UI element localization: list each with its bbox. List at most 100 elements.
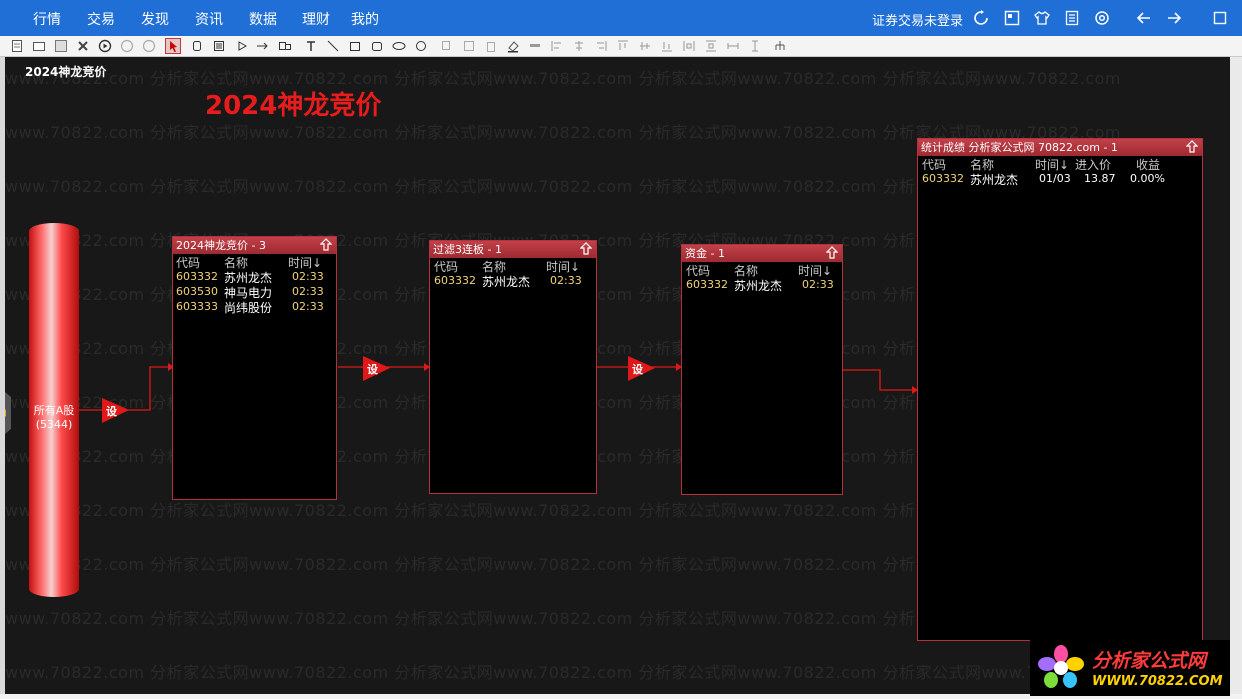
line-width-icon[interactable] [527,38,543,54]
delete-icon[interactable] [75,38,91,54]
copy-box-tool-icon[interactable] [277,38,293,54]
column-time[interactable]: 时间↓ [288,254,322,271]
logo-url: WWW.70822.COM [1092,674,1223,689]
expand-up-icon[interactable] [580,242,592,256]
panel-title: 统计成绩 分析家公式网 70822.com - 1 [921,141,1118,154]
stock-time: 02:33 [292,270,324,283]
distribute-h-icon[interactable] [681,38,697,54]
align-center-icon[interactable] [571,38,587,54]
text-tool-icon[interactable] [303,38,319,54]
column-code[interactable]: 代码 [686,262,710,279]
menu-item-mine[interactable]: 我的 [351,9,379,29]
set-button[interactable]: 设 [106,403,117,419]
paste-icon[interactable] [461,38,477,54]
column-code[interactable]: 代码 [176,254,200,271]
column-code[interactable]: 代码 [922,156,946,173]
table-row[interactable]: 603332 苏州龙杰 02:33 [173,270,336,285]
menu-item-data[interactable]: 数据 [249,9,277,29]
run-icon[interactable] [97,38,113,54]
menu-item-market[interactable]: 行情 [33,9,61,29]
panel-shenlong[interactable]: 2024神龙竞价 - 3 代码 名称 时间↓ 603332 苏州龙杰 02:33… [172,236,337,500]
forward-arrow-icon[interactable] [1164,8,1184,28]
stock-code: 603332 [176,270,218,283]
list-box-tool-icon[interactable] [211,38,227,54]
table-row[interactable]: 603332 苏州龙杰 02:33 [682,278,842,293]
open-folder-icon[interactable] [31,38,47,54]
back-arrow-icon[interactable] [1134,8,1154,28]
column-time[interactable]: 时间↓ [1035,156,1069,173]
stock-name: 尚纬股份 [224,301,273,315]
strategy-canvas[interactable]: www.70822.com 分析家公式网www.70822.com 分析家公式网… [5,57,1230,694]
fill-icon[interactable] [505,38,521,54]
grid-icon[interactable] [1002,8,1022,28]
same-height-icon[interactable] [747,38,763,54]
login-status[interactable]: 证券交易未登录 [872,10,963,29]
stock-time: 02:33 [292,285,324,298]
column-entry-price[interactable]: 进入价 [1075,156,1111,173]
save-icon[interactable] [53,38,69,54]
rounded-rect-tool-icon[interactable] [369,38,385,54]
panel-header[interactable]: 过滤3连板 - 1 [430,241,596,258]
panel-filter-3-limit[interactable]: 过滤3连板 - 1 代码 名称 时间↓ 603332 苏州龙杰 02:33 [429,240,597,494]
align-left-icon[interactable] [549,38,565,54]
align-top-icon[interactable] [615,38,631,54]
table-row[interactable]: 603332 苏州龙杰 01/03 13.87 0.00% [918,172,1202,187]
new-file-icon[interactable] [9,38,25,54]
column-time[interactable]: 时间↓ [546,258,580,275]
panel-header[interactable]: 统计成绩 分析家公式网 70822.com - 1 [918,139,1202,156]
menu-item-discover[interactable]: 发现 [141,9,169,29]
table-row[interactable]: 603530 神马电力 02:33 [173,285,336,300]
align-middle-icon[interactable] [637,38,653,54]
stock-code: 603332 [922,172,964,185]
stock-name: 苏州龙杰 [734,279,783,293]
same-width-icon[interactable] [725,38,741,54]
circle-tool-icon[interactable] [413,38,429,54]
line-tool-icon[interactable] [325,38,341,54]
source-node-label: 所有A股 (5344) [25,404,83,432]
rectangle-tool-icon[interactable] [347,38,363,54]
source-count: (5344) [35,418,73,431]
pointer-tool-icon[interactable] [165,38,181,54]
trash-icon[interactable] [483,38,499,54]
shirt-icon[interactable] [1032,8,1052,28]
panel-header[interactable]: 资金 - 1 [682,245,842,262]
arrow-tool-icon[interactable] [255,38,271,54]
stock-code: 603332 [686,278,728,291]
table-row[interactable]: 603332 苏州龙杰 02:33 [430,274,596,289]
expand-up-icon[interactable] [1186,140,1198,154]
triangle-tool-icon[interactable] [234,38,250,54]
stop-icon[interactable] [141,38,157,54]
ellipse-tool-icon[interactable] [391,38,407,54]
distribute-v-icon[interactable] [703,38,719,54]
column-gain[interactable]: 收益 [1136,156,1160,173]
gain-value: 0.00% [1130,172,1165,185]
menu-item-trade[interactable]: 交易 [87,9,115,29]
pause-icon[interactable] [119,38,135,54]
copy-icon[interactable] [439,38,455,54]
table-row[interactable]: 603333 尚纬股份 02:33 [173,300,336,315]
refresh-icon[interactable] [971,8,991,28]
settings-icon[interactable] [1092,8,1112,28]
column-code[interactable]: 代码 [434,258,458,275]
rounded-box-tool-icon[interactable] [189,38,205,54]
panel-header[interactable]: 2024神龙竞价 - 3 [173,237,336,254]
align-right-icon[interactable] [593,38,609,54]
flower-logo-icon [1038,645,1084,688]
set-button[interactable]: 设 [367,361,378,377]
stock-code: 603332 [434,274,476,287]
panel-capital[interactable]: 资金 - 1 代码 名称 时间↓ 603332 苏州龙杰 02:33 [681,244,843,495]
align-bottom-icon[interactable] [659,38,675,54]
expand-up-icon[interactable] [320,238,332,252]
stock-time: 02:33 [550,274,582,287]
document-icon[interactable] [1062,8,1082,28]
column-time[interactable]: 时间↓ [798,262,832,279]
column-header-row: 代码 名称 时间↓ [682,262,842,278]
set-button[interactable]: 设 [632,361,643,377]
window-icon[interactable] [1210,8,1230,28]
panel-statistics[interactable]: 统计成绩 分析家公式网 70822.com - 1 代码 名称 时间↓ 进入价 … [917,138,1203,641]
tree-layout-icon[interactable] [772,38,788,54]
expand-up-icon[interactable] [826,246,838,260]
stock-code: 603333 [176,300,218,313]
menu-item-news[interactable]: 资讯 [195,9,223,29]
menu-item-finance[interactable]: 理财 [302,9,330,29]
